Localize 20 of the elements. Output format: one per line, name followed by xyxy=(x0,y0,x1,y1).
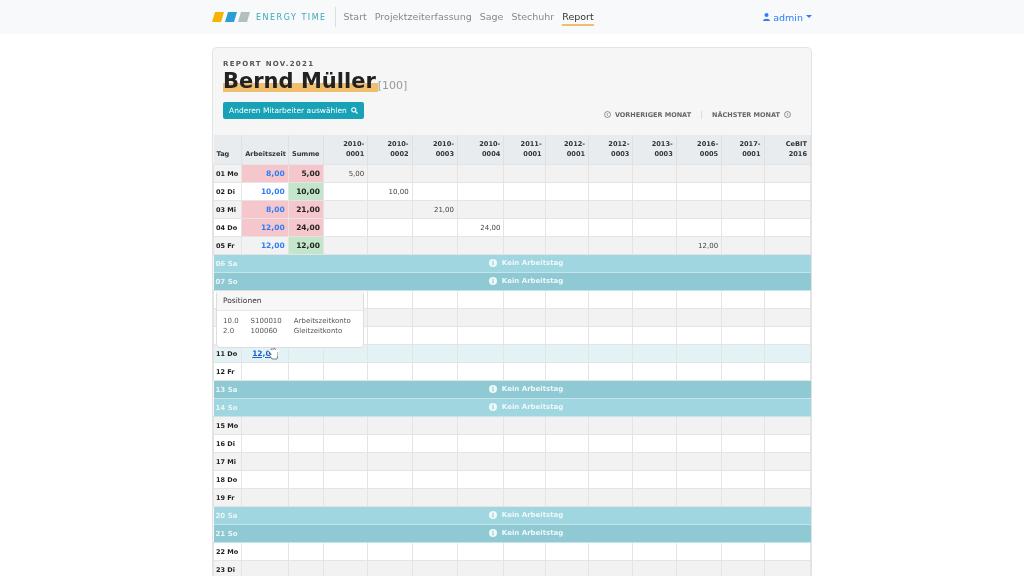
nav-link[interactable]: Start xyxy=(343,8,367,26)
logo-icon xyxy=(212,12,250,22)
search-icon xyxy=(350,107,358,115)
info-icon xyxy=(488,402,497,411)
info-icon xyxy=(488,384,497,393)
nav-link[interactable]: Report xyxy=(562,8,594,26)
info-icon xyxy=(488,528,497,537)
user-menu[interactable]: admin xyxy=(763,11,812,23)
nav-link[interactable]: Projektzeiterfassung xyxy=(374,8,472,26)
info-icon xyxy=(488,258,497,267)
nav-link[interactable]: Stechuhr xyxy=(511,8,555,26)
circle-left-arrow-icon xyxy=(603,111,611,119)
caret-icon xyxy=(806,15,812,19)
info-icon xyxy=(488,276,497,285)
employee-id: [100] xyxy=(377,79,408,93)
nav-link[interactable]: Sage xyxy=(479,8,504,26)
circle-right-arrow-icon xyxy=(784,111,791,119)
brand-name: ENERGY TIME xyxy=(256,12,327,22)
info-icon xyxy=(488,510,497,519)
user-icon xyxy=(763,13,771,21)
